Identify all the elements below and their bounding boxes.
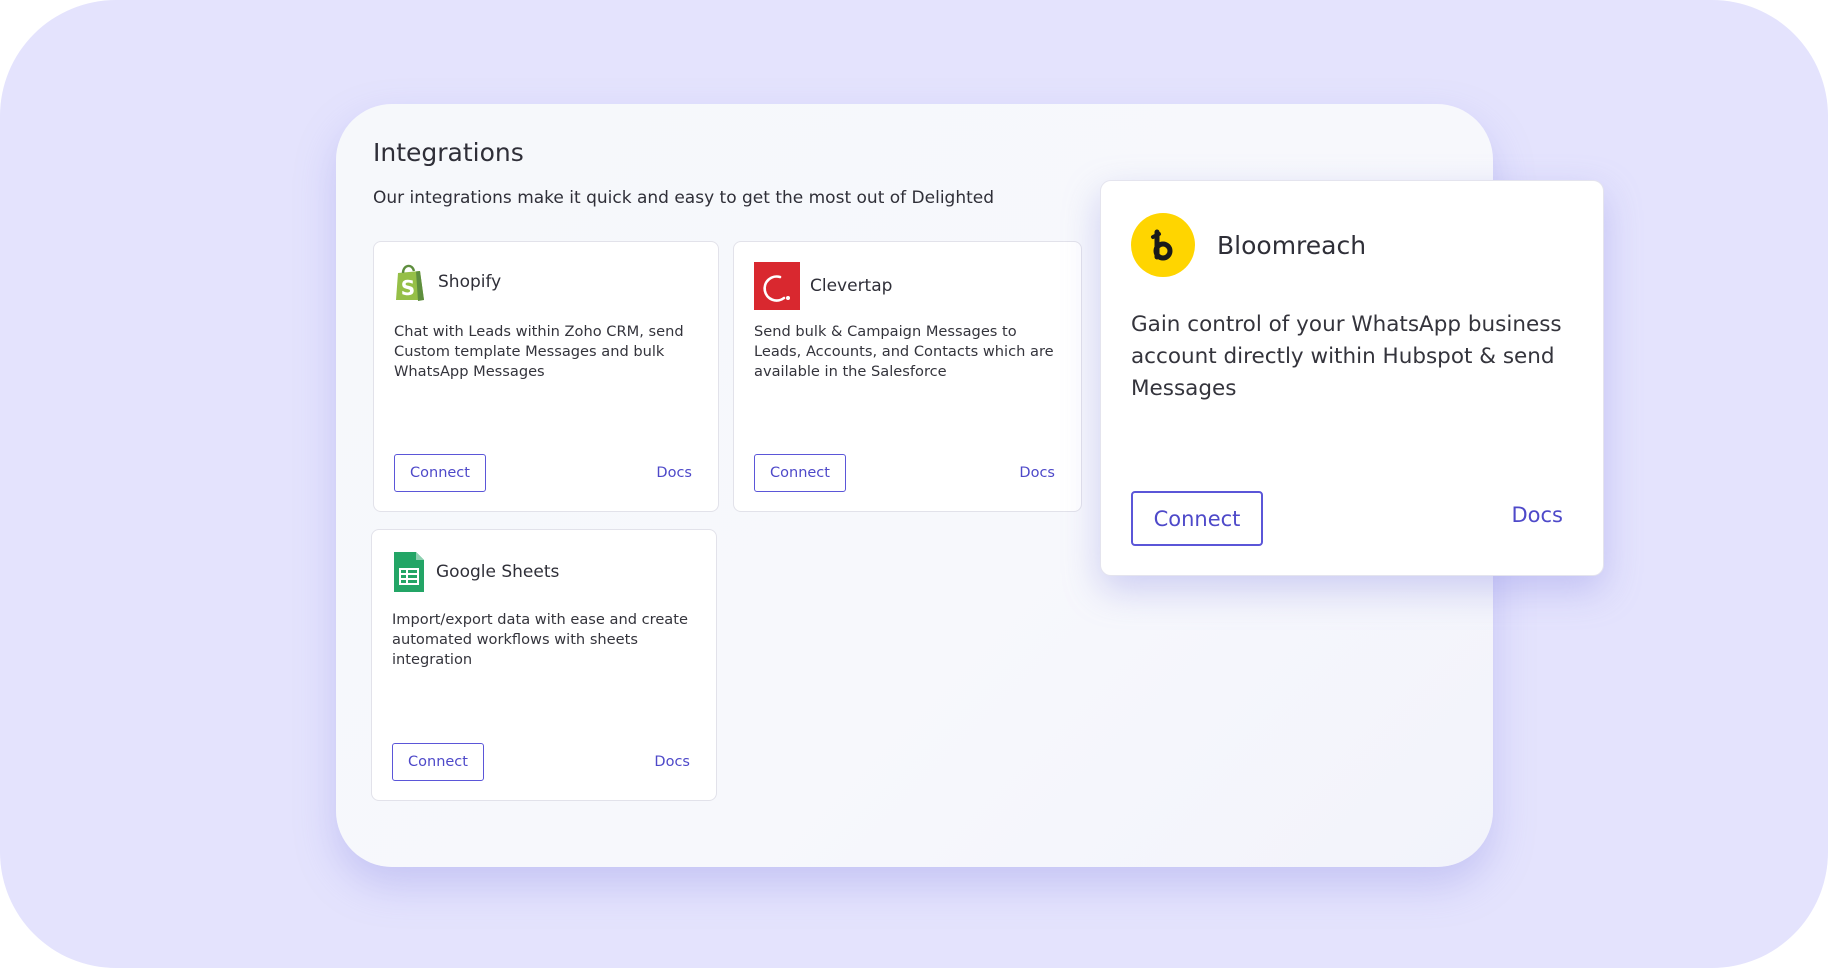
card-header: Bloomreach [1131, 213, 1366, 277]
connect-button-bloomreach[interactable]: Connect [1131, 491, 1263, 546]
integration-description: Chat with Leads within Zoho CRM, send Cu… [394, 323, 684, 380]
connect-button-google-sheets[interactable]: Connect [392, 743, 484, 781]
svg-text:S: S [401, 276, 415, 300]
card-header: S Shopify [394, 262, 501, 302]
clevertap-icon [754, 262, 800, 310]
page-title: Integrations [373, 138, 524, 167]
docs-link-bloomreach[interactable]: Docs [1511, 503, 1563, 527]
google-sheets-icon [394, 552, 424, 592]
connect-button-shopify[interactable]: Connect [394, 454, 486, 492]
integration-name: Google Sheets [436, 562, 560, 582]
shopify-bag-icon: S [396, 264, 424, 301]
integration-name: Clevertap [810, 276, 893, 296]
integration-description: Send bulk & Campaign Messages to Leads, … [754, 323, 1054, 380]
page-backdrop: Integrations Our integrations make it qu… [0, 0, 1828, 968]
integration-description: Gain control of your WhatsApp business a… [1131, 312, 1562, 401]
docs-link-shopify[interactable]: Docs [656, 465, 692, 481]
docs-link-clevertap[interactable]: Docs [1019, 465, 1055, 481]
page-subtitle: Our integrations make it quick and easy … [373, 188, 995, 208]
integration-name: Bloomreach [1217, 230, 1367, 260]
card-header: Google Sheets [392, 550, 559, 594]
connect-button-clevertap[interactable]: Connect [754, 454, 846, 492]
integration-name: Shopify [438, 272, 502, 292]
card-header: Clevertap [754, 262, 892, 310]
integration-card-google-sheets: Google Sheets Import/export data with ea… [371, 529, 717, 801]
integration-card-bloomreach: Bloomreach Gain control of your WhatsApp… [1100, 180, 1604, 576]
integration-card-shopify: S Shopify Chat with Leads within Zoho CR… [373, 241, 719, 512]
bloomreach-icon [1131, 213, 1195, 277]
docs-link-google-sheets[interactable]: Docs [654, 754, 690, 770]
integration-description: Import/export data with ease and create … [392, 611, 688, 668]
integration-card-clevertap: Clevertap Send bulk & Campaign Messages … [733, 241, 1082, 512]
